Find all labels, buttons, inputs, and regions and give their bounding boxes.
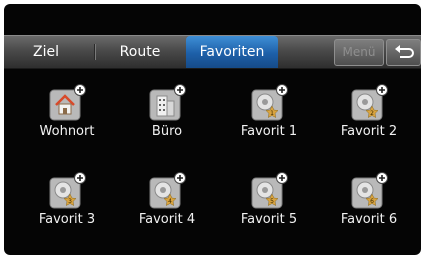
favorite-pin-icon: 6	[351, 172, 388, 209]
favorite-label: Büro	[151, 124, 183, 139]
home-icon	[49, 84, 86, 121]
favorite-pin-icon: 5	[251, 172, 288, 209]
tab-route[interactable]: Route	[96, 36, 184, 68]
svg-text:6: 6	[370, 198, 374, 205]
navigation-screen: Ziel Route Favoriten Menü Wohnort Büro 1…	[4, 4, 421, 255]
favorite-pin-icon: 4	[149, 172, 186, 209]
menu-button[interactable]: Menü	[334, 39, 384, 66]
back-button[interactable]	[386, 39, 421, 66]
favorite-pin-icon: 1	[251, 84, 288, 121]
favorite-2[interactable]: 2 Favorit 2	[322, 84, 412, 144]
svg-text:5: 5	[270, 198, 274, 205]
favorite-label: Favorit 1	[240, 124, 298, 139]
favorite-label: Favorit 4	[138, 212, 196, 227]
office-building-icon	[149, 84, 186, 121]
tab-ziel[interactable]: Ziel	[4, 36, 88, 68]
favorite-5[interactable]: 5 Favorit 5	[222, 172, 312, 232]
favorite-pin-icon: 2	[351, 84, 388, 121]
svg-text:2: 2	[370, 110, 374, 117]
favorite-6[interactable]: 6 Favorit 6	[322, 172, 412, 232]
favorite-pin-icon: 3	[49, 172, 86, 209]
svg-text:1: 1	[270, 110, 274, 117]
favorite-label: Favorit 2	[340, 124, 398, 139]
favorite-wohnort[interactable]: Wohnort	[20, 84, 110, 144]
tab-favoriten[interactable]: Favoriten	[186, 36, 278, 68]
favorite-label: Favorit 3	[38, 212, 96, 227]
favorite-label: Favorit 5	[240, 212, 298, 227]
svg-text:4: 4	[168, 198, 172, 205]
favorite-3[interactable]: 3 Favorit 3	[20, 172, 110, 232]
favorite-4[interactable]: 4 Favorit 4	[120, 172, 210, 232]
favorite-1[interactable]: 1 Favorit 1	[222, 84, 312, 144]
favorite-label: Wohnort	[39, 124, 95, 139]
tab-bar: Ziel Route Favoriten Menü	[4, 35, 421, 69]
back-arrow-icon	[395, 45, 414, 58]
favorite-buero[interactable]: Büro	[120, 84, 210, 144]
svg-text:3: 3	[68, 198, 72, 205]
favorite-label: Favorit 6	[340, 212, 398, 227]
